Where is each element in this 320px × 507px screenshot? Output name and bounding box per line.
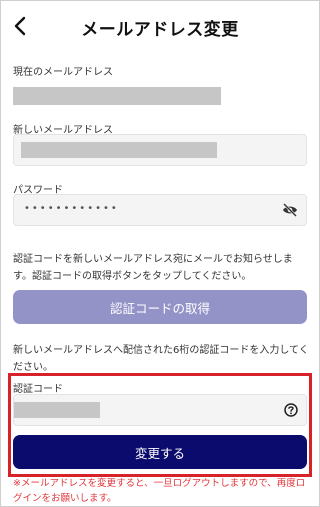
eye-off-icon[interactable] xyxy=(282,203,298,217)
header: メールアドレス変更 xyxy=(1,1,319,53)
get-code-button[interactable]: 認証コードの取得 xyxy=(13,290,307,324)
submit-button[interactable]: 変更する xyxy=(13,435,307,469)
current-email-label: 現在のメールアドレス xyxy=(13,67,113,78)
send-code-instructions: 認証コードを新しいメールアドレス宛にメールでお知らせします。認証コードの取得ボタ… xyxy=(13,254,293,282)
password-field[interactable]: •••••••••••• xyxy=(13,194,307,226)
enter-code-instructions: 新しいメールアドレスへ配信された6桁の認証コードを入力してください。 xyxy=(13,345,309,373)
auth-code-label: 認証コード xyxy=(13,384,63,395)
auth-code-field[interactable] xyxy=(13,394,307,426)
password-value: •••••••••••• xyxy=(24,203,119,214)
new-email-field[interactable] xyxy=(13,134,307,166)
question-circle-icon[interactable] xyxy=(284,403,298,417)
current-email-value-redacted xyxy=(13,87,221,105)
auth-code-value-redacted xyxy=(14,402,100,418)
new-email-value-redacted xyxy=(21,142,217,158)
logout-note: ※メールアドレスを変更すると、一旦ログアウトしますので、再度ログインをお願いしま… xyxy=(13,478,306,504)
page-title: メールアドレス変更 xyxy=(81,20,239,40)
